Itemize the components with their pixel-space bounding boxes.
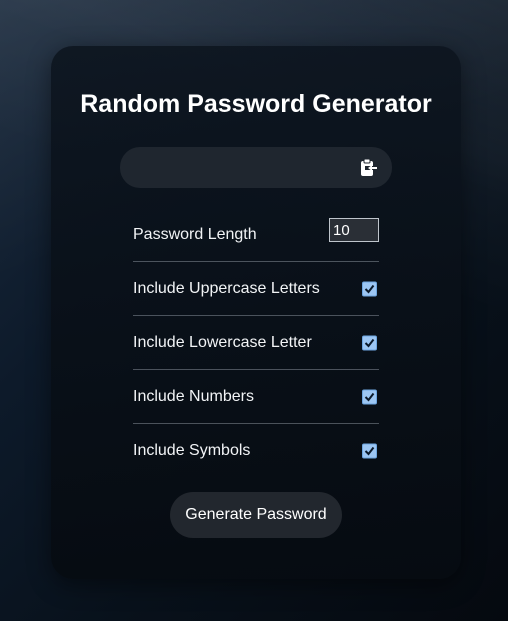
symbols-label: Include Symbols xyxy=(133,441,251,459)
setting-row-symbols: Include Symbols xyxy=(133,424,379,477)
copy-to-clipboard-button[interactable] xyxy=(358,157,380,179)
password-result-field[interactable] xyxy=(134,147,358,190)
check-icon xyxy=(364,392,375,402)
setting-row-numbers: Include Numbers xyxy=(133,370,379,424)
setting-row-lowercase: Include Lowercase Letter xyxy=(133,316,379,370)
numbers-label: Include Numbers xyxy=(133,387,254,405)
settings-list: Password Length Include Uppercase Letter… xyxy=(133,208,379,477)
lowercase-checkbox[interactable] xyxy=(362,335,377,350)
generate-password-button[interactable]: Generate Password xyxy=(170,492,342,538)
password-generator-card: Random Password Generator Password Lengt… xyxy=(51,46,461,579)
check-icon xyxy=(364,446,375,456)
setting-row-length: Password Length xyxy=(133,208,379,262)
lowercase-label: Include Lowercase Letter xyxy=(133,333,312,351)
clipboard-icon xyxy=(361,158,377,176)
check-icon xyxy=(364,284,375,294)
password-result-container xyxy=(120,147,392,190)
password-length-input[interactable] xyxy=(329,218,379,242)
uppercase-label: Include Uppercase Letters xyxy=(133,279,320,297)
symbols-checkbox[interactable] xyxy=(362,443,377,458)
password-length-label: Password Length xyxy=(133,225,257,243)
page-title: Random Password Generator xyxy=(80,90,432,118)
check-icon xyxy=(364,338,375,348)
uppercase-checkbox[interactable] xyxy=(362,281,377,296)
numbers-checkbox[interactable] xyxy=(362,389,377,404)
setting-row-uppercase: Include Uppercase Letters xyxy=(133,262,379,316)
